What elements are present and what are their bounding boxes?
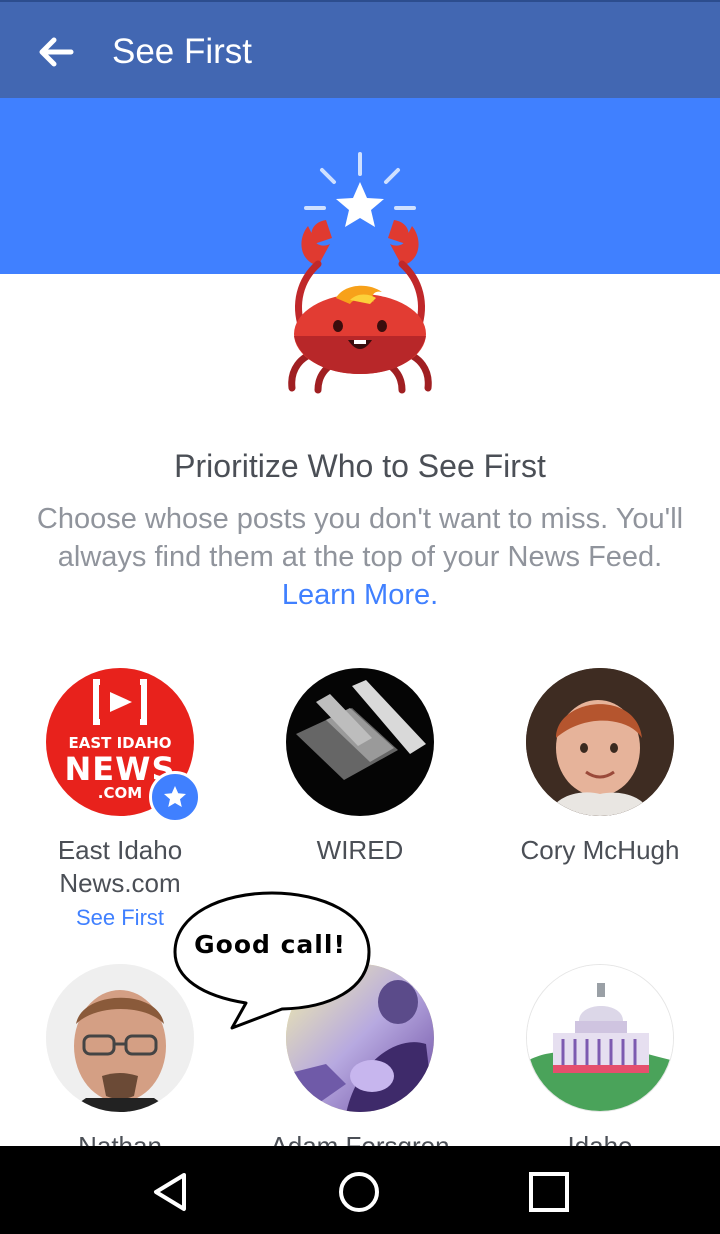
back-button[interactable] <box>34 32 78 72</box>
square-recents-icon <box>529 1172 569 1212</box>
capitol-photo <box>527 965 673 1111</box>
avatar <box>286 668 434 816</box>
app-bar: See First <box>0 0 720 98</box>
circle-home-icon <box>339 1172 379 1212</box>
learn-more-link[interactable]: Learn More. <box>282 579 438 611</box>
avatar <box>526 964 674 1112</box>
section-heading: Prioritize Who to See First <box>174 448 546 484</box>
triangle-back-icon <box>154 1173 186 1211</box>
person-photo <box>526 668 674 816</box>
system-nav-bar <box>0 1146 720 1234</box>
profile-name: Cory McHugh <box>520 835 680 865</box>
nav-home-button[interactable] <box>329 1164 389 1220</box>
wired-logo-icon <box>296 680 426 780</box>
profile-name: WIRED <box>316 835 404 865</box>
star-icon <box>164 786 186 807</box>
section-description: Choose whose posts you don't want to mis… <box>30 500 690 614</box>
arrow-left-icon <box>39 37 74 67</box>
see-first-badge <box>149 771 201 823</box>
avatar <box>526 668 674 816</box>
description-text: Choose whose posts you don't want to mis… <box>36 503 684 573</box>
speech-bubble-text: Good call! <box>194 930 346 959</box>
speech-bubble <box>173 891 371 1030</box>
crab-star-illustration <box>288 152 432 394</box>
nav-recents-button[interactable] <box>519 1164 579 1220</box>
nav-back-button[interactable] <box>140 1164 200 1220</box>
page-title: See First <box>112 32 253 71</box>
